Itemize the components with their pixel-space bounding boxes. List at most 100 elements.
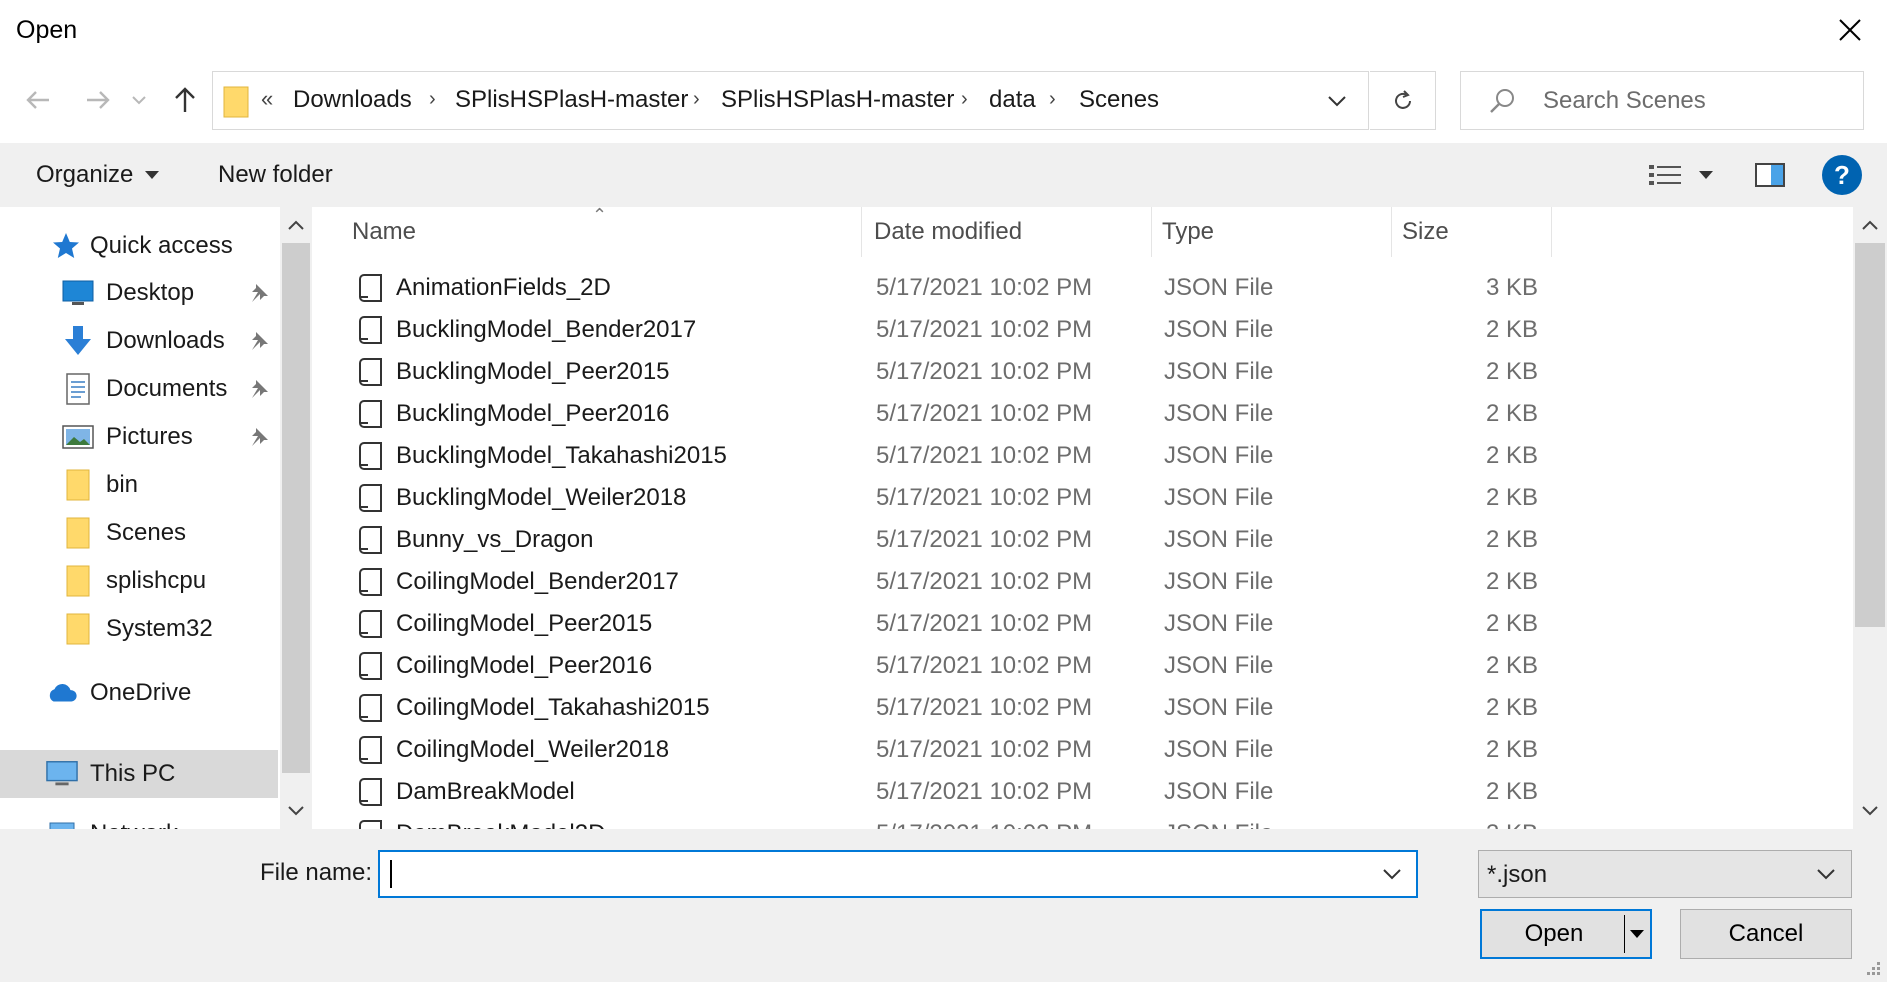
computer-icon [46, 758, 78, 790]
address-bar[interactable]: « Downloads › SPlisHSPlasH-master › SPli… [212, 71, 1369, 130]
nav-item-bin[interactable]: bin [0, 462, 278, 508]
file-name: CoilingModel_Peer2016 [396, 652, 653, 679]
recent-locations-button[interactable] [124, 78, 154, 122]
file-size: 2 KB [1485, 400, 1538, 427]
nav-item-this-pc[interactable]: This PC [0, 750, 278, 798]
scroll-up-button[interactable] [280, 207, 312, 243]
scroll-up-button[interactable] [1853, 207, 1887, 243]
nav-item-system32[interactable]: System32 [0, 606, 278, 652]
close-button[interactable] [1822, 8, 1878, 52]
nav-item-scenes[interactable]: Scenes [0, 510, 278, 556]
search-box[interactable] [1460, 71, 1864, 130]
nav-item-downloads[interactable]: Downloads [0, 318, 278, 364]
nav-item-onedrive[interactable]: OneDrive [0, 670, 278, 716]
file-type-dropdown-button[interactable] [1809, 859, 1843, 889]
file-row[interactable]: BucklingModel_Takahashi2015 5/17/2021 10:… [312, 435, 1557, 477]
file-row[interactable]: BucklingModel_Peer2015 5/17/2021 10:02 PM… [312, 351, 1557, 393]
breadcrumb-separator[interactable]: › [693, 88, 700, 111]
file-row[interactable]: DamBreakModel 5/17/2021 10:02 PM JSON File… [312, 771, 1557, 813]
file-list-scrollbar[interactable] [1853, 207, 1887, 829]
scroll-down-button[interactable] [280, 793, 312, 829]
caret-down-icon [1699, 171, 1713, 179]
column-header-type[interactable]: Type [1152, 207, 1392, 257]
column-header-date[interactable]: Date modified [864, 207, 1152, 257]
file-row[interactable]: Bunny_vs_Dragon 5/17/2021 10:02 PM JSON Fi… [312, 519, 1557, 561]
file-row[interactable]: AnimationFields_2D 5/17/2021 10:02 PM JSON… [312, 267, 1557, 309]
nav-label: This PC [90, 760, 176, 787]
file-name-combo[interactable] [378, 850, 1418, 898]
breadcrumb-separator[interactable]: › [961, 88, 968, 111]
document-icon [62, 373, 94, 405]
organize-button[interactable]: Organize [24, 155, 171, 195]
breadcrumb-item[interactable]: SPlisHSPlasH-master [721, 86, 954, 114]
breadcrumb-item[interactable]: Downloads [293, 86, 412, 114]
forward-button[interactable] [76, 78, 120, 122]
breadcrumb-separator[interactable]: › [1049, 88, 1056, 111]
column-header-name[interactable]: Name [342, 207, 862, 257]
back-button[interactable] [16, 78, 60, 122]
chevron-down-icon [1862, 806, 1878, 816]
file-row[interactable]: CoilingModel_Weiler2018 5/17/2021 10:02 P… [312, 729, 1557, 771]
file-row[interactable]: BucklingModel_Weiler2018 5/17/2021 10:02 … [312, 477, 1557, 519]
file-name-label: File name: [260, 859, 373, 886]
breadcrumb-item[interactable]: data [989, 86, 1036, 114]
help-button[interactable]: ? [1822, 155, 1862, 195]
nav-item-pictures[interactable]: Pictures [0, 414, 278, 460]
json-file-icon [356, 314, 384, 346]
nav-item-documents[interactable]: Documents [0, 366, 278, 412]
nav-label: Scenes [106, 519, 187, 546]
nav-scrollbar[interactable] [280, 207, 312, 829]
scrollbar-thumb[interactable] [282, 243, 310, 773]
file-row[interactable]: BucklingModel_Peer2016 5/17/2021 10:02 PM… [312, 393, 1557, 435]
json-file-icon [356, 608, 384, 640]
scroll-down-button[interactable] [1853, 793, 1887, 829]
breadcrumb-separator[interactable]: › [429, 88, 436, 111]
address-dropdown-button[interactable] [1306, 71, 1368, 130]
nav-label: splishcpu [106, 567, 207, 594]
nav-item-desktop[interactable]: Desktop [0, 270, 278, 316]
breadcrumb-overflow[interactable]: « [261, 86, 273, 112]
caret-down-icon [145, 171, 160, 179]
file-name-input[interactable] [388, 858, 1348, 890]
file-type: JSON File [1164, 778, 1274, 805]
file-name-dropdown-button[interactable] [1370, 852, 1414, 896]
new-folder-button[interactable]: New folder [206, 155, 345, 195]
search-input[interactable] [1543, 84, 1843, 118]
breadcrumb-item[interactable]: Scenes [1079, 86, 1159, 114]
file-row[interactable]: BucklingModel_Bender2017 5/17/2021 10:02 … [312, 309, 1557, 351]
column-header-size[interactable]: Size [1392, 207, 1552, 257]
file-type: JSON File [1164, 274, 1274, 301]
breadcrumb-item[interactable]: SPlisHSPlasH-master [455, 86, 688, 114]
file-row[interactable]: CoilingModel_Peer2016 5/17/2021 10:02 PM J… [312, 645, 1557, 687]
file-row[interactable]: CoilingModel_Takahashi2015 5/17/2021 10:0… [312, 687, 1557, 729]
file-size: 2 KB [1485, 778, 1538, 805]
file-type-value: *.json [1487, 861, 1548, 888]
folder-icon [223, 86, 249, 118]
open-button[interactable]: Open [1480, 909, 1652, 959]
nav-item-network[interactable]: Network [0, 811, 278, 829]
window-title: Open [16, 16, 78, 44]
file-row[interactable]: CoilingModel_Peer2015 5/17/2021 10:02 PM J… [312, 603, 1557, 645]
nav-quick-access[interactable]: Quick access [0, 223, 278, 269]
file-row[interactable]: DamBreakModel2D 5/17/2021 10:02 PM JSON Fi… [312, 813, 1557, 829]
cloud-icon [46, 677, 78, 709]
open-options-button[interactable] [1624, 915, 1648, 953]
file-name: BucklingModel_Weiler2018 [396, 484, 687, 511]
caret-down-icon [1629, 930, 1644, 938]
refresh-button[interactable] [1370, 71, 1436, 130]
organize-label: Organize [36, 161, 134, 188]
change-view-button[interactable] [1636, 153, 1726, 197]
file-type: JSON File [1164, 484, 1274, 511]
up-button[interactable] [163, 78, 207, 122]
file-name: CoilingModel_Takahashi2015 [396, 694, 710, 721]
scrollbar-thumb[interactable] [1855, 243, 1885, 627]
nav-item-splishcpu[interactable]: splishcpu [0, 558, 278, 604]
json-file-icon [356, 818, 384, 829]
file-type-select[interactable]: *.json [1478, 850, 1852, 898]
file-date: 5/17/2021 10:02 PM [876, 526, 1093, 553]
cancel-button[interactable]: Cancel [1680, 909, 1852, 959]
file-size: 2 KB [1485, 568, 1538, 595]
file-row[interactable]: CoilingModel_Bender2017 5/17/2021 10:02 P… [312, 561, 1557, 603]
resize-grip-icon[interactable] [1862, 959, 1882, 979]
preview-pane-button[interactable] [1748, 153, 1792, 197]
